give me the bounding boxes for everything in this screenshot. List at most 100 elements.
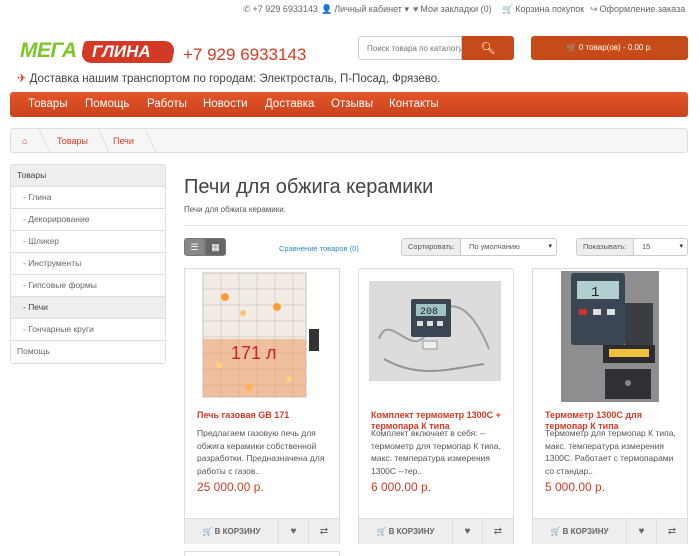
sidebar-item-pottery-wheels[interactable]: - Гончарные круги bbox=[11, 319, 165, 341]
nav-item-reviews[interactable]: Отзывы bbox=[331, 98, 373, 110]
logo-mega: МЕГА bbox=[20, 39, 77, 62]
product-card-next-row bbox=[184, 551, 340, 556]
nav-item-works[interactable]: Работы bbox=[147, 98, 187, 110]
wishlist-button[interactable]: ♥ bbox=[279, 519, 309, 544]
product-image[interactable]: 1 bbox=[533, 269, 687, 404]
plane-icon: ✈ bbox=[17, 73, 27, 85]
heart-icon: ♥ bbox=[638, 526, 645, 537]
user-icon: 👤 bbox=[321, 4, 333, 14]
cart-summary: 0 товар(ов) - 0.00 р. bbox=[578, 43, 653, 52]
add-to-cart-button[interactable]: 🛒 В КОРЗИНУ bbox=[359, 519, 453, 544]
wishlist-button[interactable]: ♥ bbox=[453, 519, 483, 544]
cart-icon: 🛒 bbox=[550, 527, 561, 536]
compare-icon: ⇄ bbox=[667, 526, 677, 537]
search-input[interactable] bbox=[358, 36, 462, 60]
nav-item-products[interactable]: Товары bbox=[28, 98, 68, 110]
product-name[interactable]: Печь газовая GB 171 bbox=[197, 410, 331, 421]
cart-link[interactable]: 🛒 Корзина покупок bbox=[502, 4, 584, 15]
page-title: Печи для обжига керамики bbox=[184, 176, 434, 198]
cart-icon: 🛒 bbox=[502, 4, 514, 14]
category-sidebar: Товары - Глина - Декорирование - Шликер … bbox=[10, 164, 166, 364]
search-bar: 🔍︎ bbox=[358, 36, 514, 60]
product-card: 171 л Печь газовая GB 171 Предлагаем газ… bbox=[184, 268, 340, 544]
breadcrumb-divider bbox=[27, 129, 51, 152]
compare-button[interactable]: ⇄ bbox=[483, 519, 513, 544]
sidebar-item-ovens[interactable]: - Печи bbox=[11, 297, 165, 319]
sidebar-item-plaster-molds[interactable]: - Гипсовые формы bbox=[11, 275, 165, 297]
heart-icon: ♥ bbox=[464, 526, 471, 537]
account-link[interactable]: 👤 Личный кабинет ▾ bbox=[321, 4, 409, 15]
wishlist-button[interactable]: ♥ bbox=[627, 519, 657, 544]
search-icon: 🔍︎ bbox=[480, 41, 496, 55]
add-to-cart-label: В КОРЗИНУ bbox=[388, 527, 435, 536]
product-actions: 🛒 В КОРЗИНУ ♥ ⇄ bbox=[359, 518, 513, 544]
search-button[interactable]: 🔍︎ bbox=[462, 36, 514, 60]
cart-label: Корзина покупок bbox=[515, 4, 585, 14]
product-image[interactable]: 171 л bbox=[185, 269, 339, 404]
breadcrumb-divider bbox=[86, 129, 110, 152]
product-image[interactable]: 208 bbox=[359, 269, 513, 404]
sidebar-item-slip[interactable]: - Шликер bbox=[11, 231, 165, 253]
show-label: Показывать: bbox=[576, 238, 634, 256]
breadcrumb-divider bbox=[133, 129, 157, 152]
chevron-down-icon: ▾ bbox=[679, 243, 683, 250]
compare-icon: ⇄ bbox=[493, 526, 503, 537]
limit-select[interactable]: 15 ▾ bbox=[634, 238, 688, 256]
product-card: 1 Термометр 1300С для термопар К типа Те… bbox=[532, 268, 688, 544]
sidebar-item-decoration[interactable]: - Декорирование bbox=[11, 209, 165, 231]
divider bbox=[184, 225, 688, 226]
category-description: Печи для обжига керамики. bbox=[184, 205, 286, 214]
nav-item-contacts[interactable]: Контакты bbox=[389, 98, 439, 110]
checkout-link[interactable]: ↪ Оформление заказа bbox=[590, 4, 685, 15]
nav-item-help[interactable]: Помощь bbox=[85, 98, 129, 110]
add-to-cart-button[interactable]: 🛒 В КОРЗИНУ bbox=[533, 519, 627, 544]
breadcrumb: ⌂ Товары Печи bbox=[10, 128, 688, 153]
add-to-cart-label: В КОРЗИНУ bbox=[214, 527, 261, 536]
breadcrumb-ovens[interactable]: Печи bbox=[113, 136, 134, 146]
add-to-cart-button[interactable]: 🛒 В КОРЗИНУ bbox=[185, 519, 279, 544]
checkout-label: Оформление заказа bbox=[599, 4, 686, 14]
compare-button[interactable]: ⇄ bbox=[309, 519, 339, 544]
add-to-cart-label: В КОРЗИНУ bbox=[562, 527, 609, 536]
compare-button[interactable]: ⇄ bbox=[657, 519, 687, 544]
logo-glina: ГЛИНА bbox=[92, 42, 151, 61]
nav-item-news[interactable]: Новости bbox=[203, 98, 248, 110]
cart-button[interactable]: 🛒 0 товар(ов) - 0.00 р. bbox=[531, 36, 688, 60]
product-actions: 🛒 В КОРЗИНУ ♥ ⇄ bbox=[533, 518, 687, 544]
wishlist-link[interactable]: ♥ Мои закладки (0) bbox=[413, 4, 492, 14]
breadcrumb-products[interactable]: Товары bbox=[57, 136, 88, 146]
sidebar-item-help[interactable]: Помощь bbox=[11, 341, 165, 363]
compare-link[interactable]: Сравнение товаров (0) bbox=[279, 244, 359, 253]
cart-icon: 🛒 bbox=[202, 527, 213, 536]
image-label: 171 л bbox=[231, 343, 277, 363]
heart-icon: ♥ bbox=[290, 526, 297, 537]
nav-item-delivery[interactable]: Доставка bbox=[265, 98, 314, 110]
list-view-button[interactable]: ☰ bbox=[184, 238, 205, 256]
sidebar-item-tools[interactable]: - Инструменты bbox=[11, 253, 165, 275]
sort-select[interactable]: По умолчанию ▾ bbox=[461, 238, 557, 256]
site-logo[interactable]: МЕГА ГЛИНА bbox=[20, 37, 177, 65]
list-icon: ☰ bbox=[190, 242, 199, 252]
image-label: 1 bbox=[591, 285, 599, 301]
sidebar-item-clay[interactable]: - Глина bbox=[11, 187, 165, 209]
caret-down-icon: ▾ bbox=[404, 4, 409, 14]
phone-icon: ✆ bbox=[243, 4, 251, 14]
sidebar-item-products[interactable]: Товары bbox=[11, 165, 165, 187]
top-phone-link[interactable]: ✆ +7 929 6933143 bbox=[243, 4, 318, 15]
grid-view-button[interactable]: ▦ bbox=[205, 238, 226, 256]
home-icon[interactable]: ⌂ bbox=[22, 136, 27, 146]
heart-icon: ♥ bbox=[413, 4, 419, 14]
product-price: 25 000.00 р. bbox=[197, 480, 264, 494]
delivery-notice: ✈ Доставка нашим транспортом по городам: … bbox=[17, 71, 440, 85]
view-toggle: ☰ ▦ bbox=[184, 238, 226, 256]
product-price: 6 000.00 р. bbox=[371, 480, 432, 494]
product-price: 5 000.00 р. bbox=[545, 480, 606, 494]
main-nav: Товары Помощь Работы Новости Доставка От… bbox=[10, 92, 688, 117]
share-icon: ↪ bbox=[590, 4, 598, 14]
account-label: Личный кабинет bbox=[334, 4, 402, 14]
product-description: Термометр для термопар К типа, макс. тем… bbox=[545, 428, 676, 476]
grid-icon: ▦ bbox=[211, 242, 220, 252]
delivery-text: Доставка нашим транспортом по городам: Э… bbox=[29, 73, 441, 85]
limit-value: 15 bbox=[642, 242, 651, 251]
cart-icon: 🛒 bbox=[566, 43, 577, 52]
